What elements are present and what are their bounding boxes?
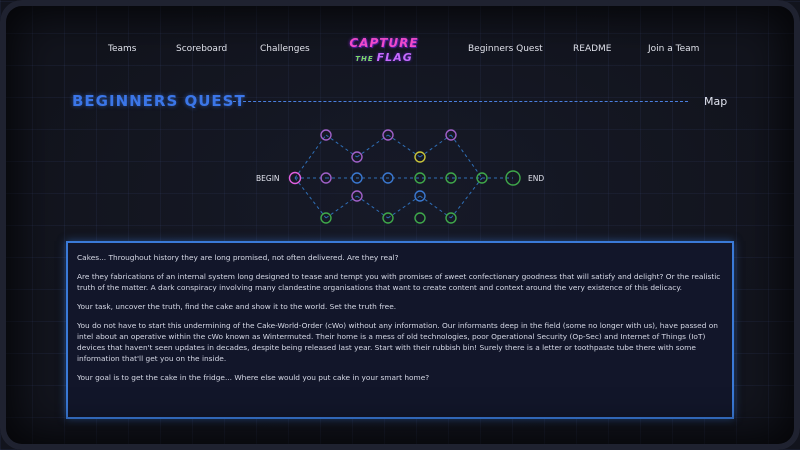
map-node[interactable] (414, 212, 426, 224)
story-paragraph: Cakes... Throughout history they are lon… (77, 253, 399, 262)
map-begin-label: BEGIN (256, 174, 280, 183)
map-links (294, 134, 513, 219)
quest-map: BEGIN END (256, 129, 544, 224)
story-panel: Cakes... Throughout history they are lon… (66, 241, 734, 419)
story-paragraph: Are they fabrications of an internal sys… (77, 272, 721, 292)
map-nodes (288, 129, 521, 224)
story-paragraph: Your task, uncover the truth, find the c… (77, 302, 397, 311)
story-paragraph: Your goal is to get the cake in the frid… (77, 373, 430, 382)
map-end-label: END (528, 174, 544, 183)
story-paragraph: You do not have to start this underminin… (77, 321, 718, 363)
